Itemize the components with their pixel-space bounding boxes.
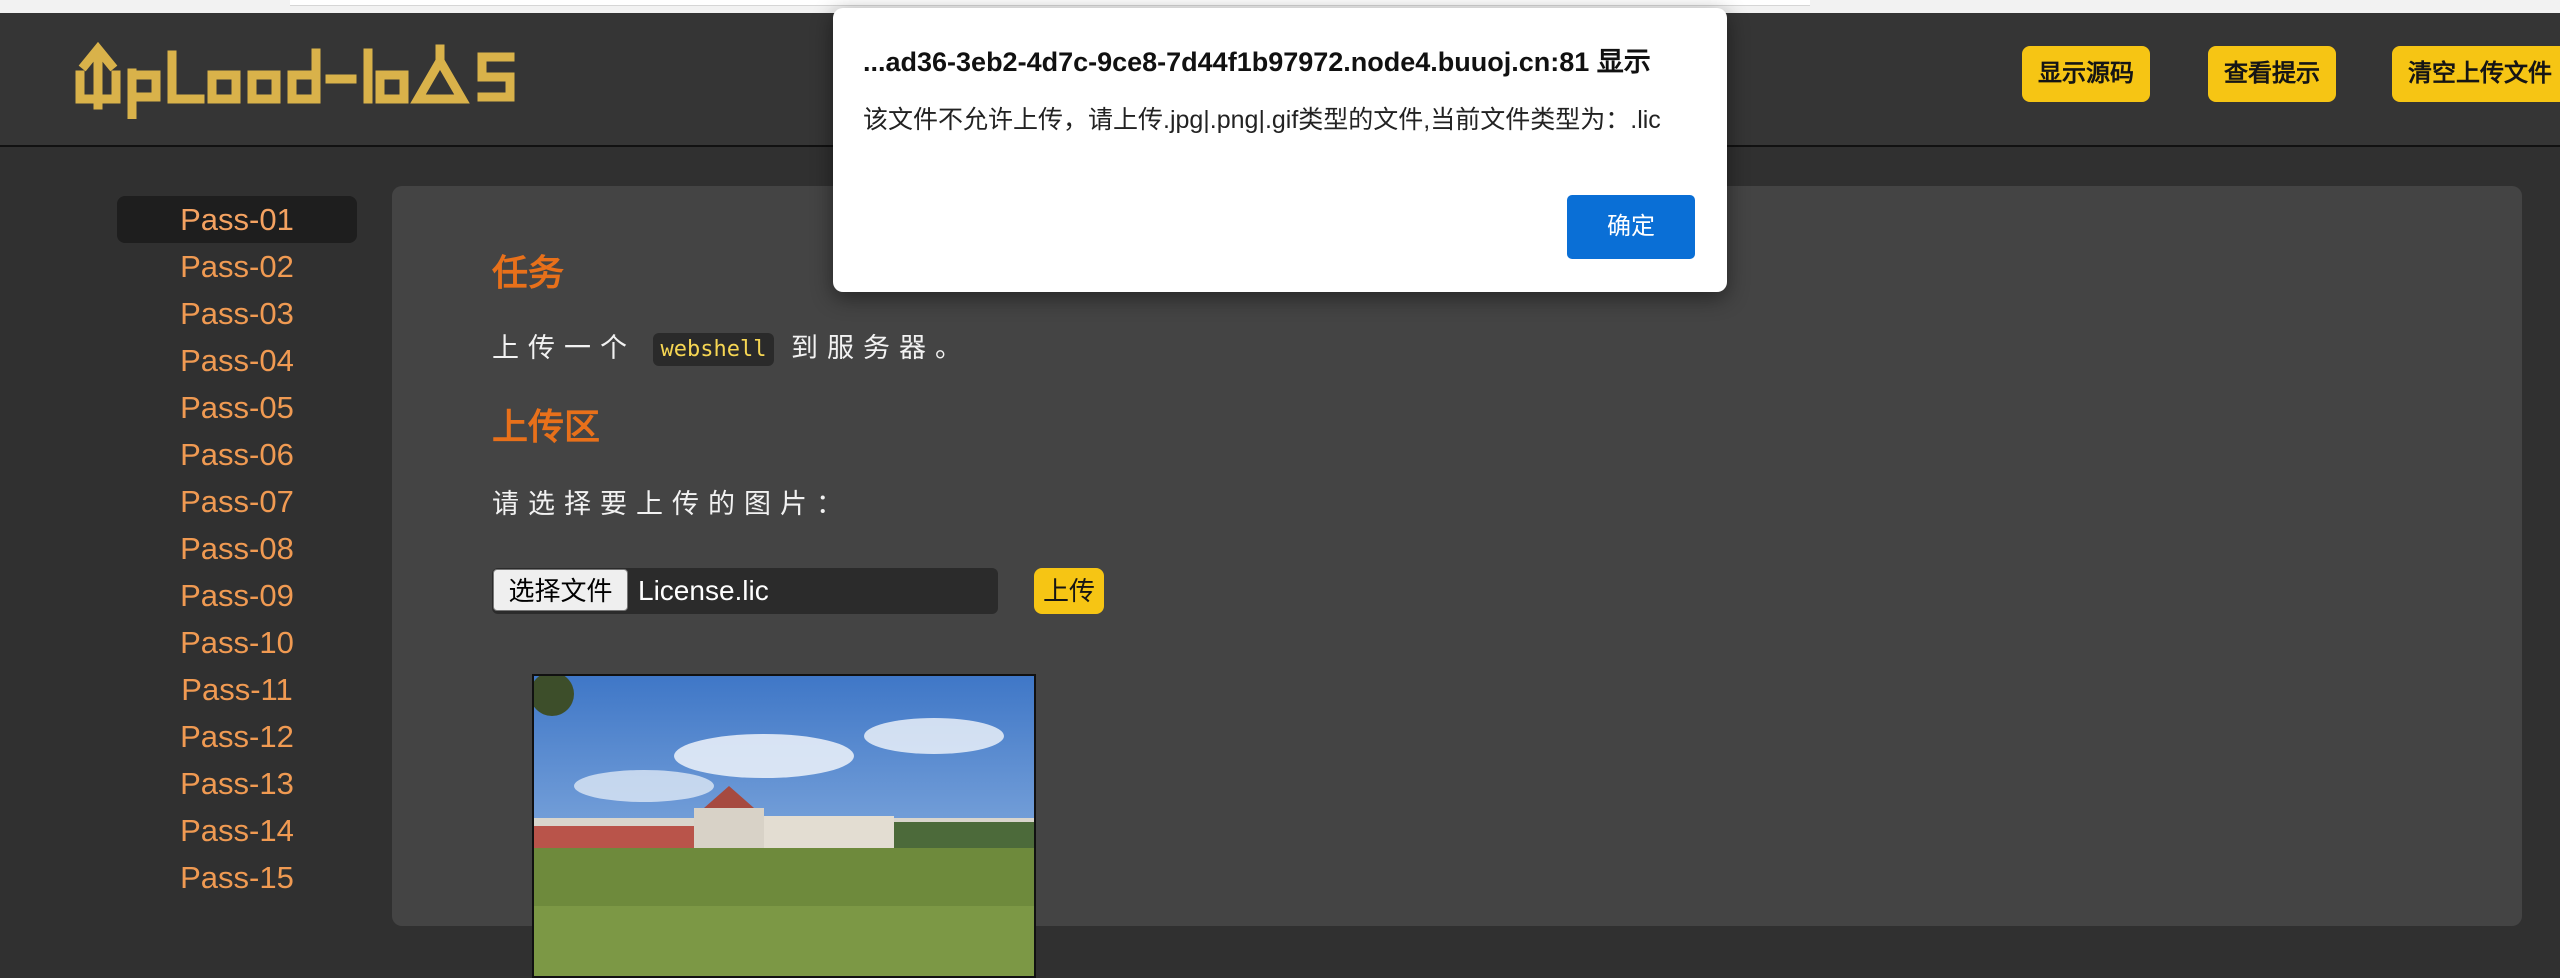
sidebar-nav: Pass-01 Pass-02 Pass-03 Pass-04 Pass-05 … — [117, 196, 357, 901]
sidebar-item-pass-02[interactable]: Pass-02 — [117, 243, 357, 290]
ok-button[interactable]: 确定 — [1567, 195, 1695, 259]
selected-file-name: License.lic — [638, 575, 769, 606]
campus-photo — [534, 676, 1034, 976]
upload-prompt: 请选择要上传的图片： — [492, 489, 852, 519]
logo-graphic — [75, 41, 515, 124]
sidebar-item-pass-03[interactable]: Pass-03 — [117, 290, 357, 337]
upload-button[interactable]: 上传 — [1034, 568, 1104, 614]
sidebar-item-pass-08[interactable]: Pass-08 — [117, 525, 357, 572]
show-source-button[interactable]: 显示源码 — [2022, 46, 2150, 102]
main-panel: 任务 上传一个 webshell 到服务器。 上传区 请选择要上传的图片： 选择… — [392, 186, 2522, 978]
webshell-code: webshell — [652, 333, 775, 367]
sidebar-item-pass-14[interactable]: Pass-14 — [117, 807, 357, 854]
task-text-after: 到服务器。 — [791, 333, 971, 363]
view-hint-button[interactable]: 查看提示 — [2208, 46, 2336, 102]
dialog-message: 该文件不允许上传，请上传.jpg|.png|.gif类型的文件,当前文件类型为：… — [863, 106, 1661, 134]
task-heading: 任务 — [492, 252, 565, 293]
sidebar-item-pass-15[interactable]: Pass-15 — [117, 854, 357, 901]
sidebar-item-pass-11[interactable]: Pass-11 — [117, 666, 357, 713]
sidebar-item-pass-10[interactable]: Pass-10 — [117, 619, 357, 666]
upload-area-heading: 上传区 — [492, 406, 601, 447]
upload-labs-logo[interactable] — [72, 35, 532, 124]
task-description: 上传一个 webshell 到服务器。 — [492, 326, 971, 367]
choose-file-button[interactable]: 选择文件 — [493, 569, 628, 611]
image-preview — [532, 674, 1036, 978]
dialog-title: ...ad36-3eb2-4d7c-9ce8-7d44f1b97972.node… — [863, 47, 1651, 77]
sidebar-item-pass-13[interactable]: Pass-13 — [117, 760, 357, 807]
sidebar-item-pass-06[interactable]: Pass-06 — [117, 431, 357, 478]
file-input[interactable]: 选择文件 License.lic — [492, 568, 998, 614]
sidebar-item-pass-09[interactable]: Pass-09 — [117, 572, 357, 619]
clear-uploads-button[interactable]: 清空上传文件 — [2392, 46, 2560, 102]
alert-dialog: ...ad36-3eb2-4d7c-9ce8-7d44f1b97972.node… — [833, 8, 1727, 292]
task-text-before: 上传一个 — [492, 333, 636, 363]
sidebar-item-pass-07[interactable]: Pass-07 — [117, 478, 357, 525]
browser-tab-area — [290, 0, 1810, 6]
sidebar-item-pass-12[interactable]: Pass-12 — [117, 713, 357, 760]
sidebar-item-pass-01[interactable]: Pass-01 — [117, 196, 357, 243]
sidebar-item-pass-05[interactable]: Pass-05 — [117, 384, 357, 431]
sidebar-item-pass-04[interactable]: Pass-04 — [117, 337, 357, 384]
